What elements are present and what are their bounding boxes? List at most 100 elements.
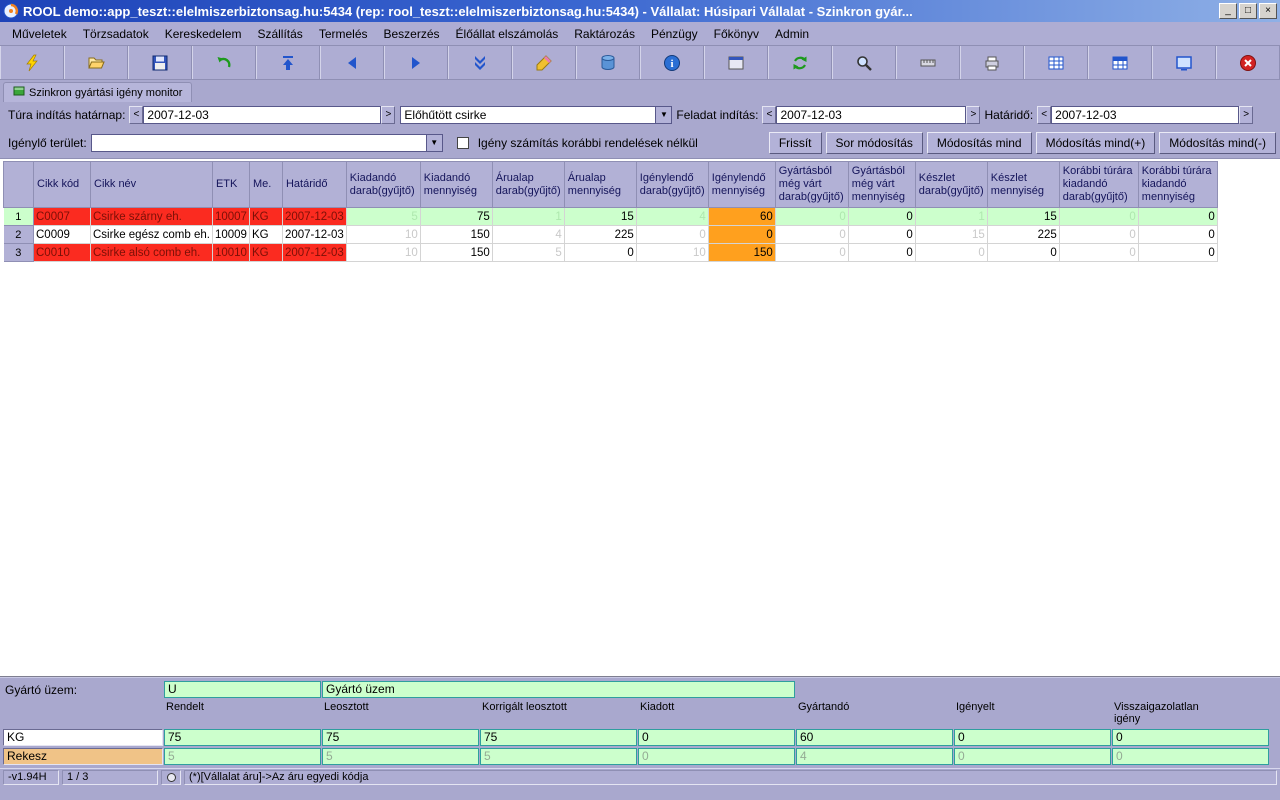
- col-korabbi-mennyiseg[interactable]: Korábbi túrára kiadandó mennyiség: [1138, 162, 1217, 208]
- tura-date-next-button[interactable]: >: [381, 106, 395, 124]
- col-keszlet-darab[interactable]: Készlet darab(gyűjtő): [915, 162, 987, 208]
- col-igenylendo-darab[interactable]: Igénylendő darab(gyűjtő): [636, 162, 708, 208]
- menu-penzugy[interactable]: Pénzügy: [643, 24, 706, 44]
- col-me[interactable]: Me.: [249, 162, 282, 208]
- rekesz-igenyelt-field[interactable]: 0: [954, 748, 1111, 765]
- cell-arualap-mennyiseg[interactable]: 0: [564, 244, 636, 262]
- exit-button[interactable]: [1216, 46, 1280, 79]
- monitor-button[interactable]: [1152, 46, 1216, 79]
- tab-szinkron-gyartasi-igeny-monitor[interactable]: Szinkron gyártási igény monitor: [3, 82, 192, 102]
- cell-keszlet-mennyiseg[interactable]: 225: [987, 226, 1059, 244]
- col-keszlet-mennyiseg[interactable]: Készlet mennyiség: [987, 162, 1059, 208]
- rekesz-visszaigazolatlan-field[interactable]: 0: [1112, 748, 1269, 765]
- rekesz-leosztott-field[interactable]: 5: [322, 748, 479, 765]
- col-gyartasbol-darab[interactable]: Gyártásból még várt darab(gyűjtő): [775, 162, 848, 208]
- edit-button[interactable]: [512, 46, 576, 79]
- save-button[interactable]: [128, 46, 192, 79]
- print-button[interactable]: [960, 46, 1024, 79]
- menu-fokonyv[interactable]: Főkönyv: [706, 24, 767, 44]
- feladat-date-input[interactable]: [776, 106, 966, 124]
- cell-kiadando-mennyiseg[interactable]: 75: [420, 208, 492, 226]
- col-kiadando-darab[interactable]: Kiadandó darab(gyűjtő): [346, 162, 420, 208]
- gyarto-uzem-code-field[interactable]: U: [164, 681, 321, 698]
- col-gyartasbol-mennyiseg[interactable]: Gyártásból még várt mennyiség: [848, 162, 915, 208]
- cell-gyartasbol-mennyiseg[interactable]: 0: [848, 226, 915, 244]
- col-korabbi-darab[interactable]: Korábbi túrára kiadandó darab(gyűjtő): [1059, 162, 1138, 208]
- cell-gyartasbol-darab[interactable]: 0: [775, 226, 848, 244]
- kg-igenyelt-field[interactable]: 0: [954, 729, 1111, 746]
- cell-arualap-darab[interactable]: 5: [492, 244, 564, 262]
- cell-gyartasbol-mennyiseg[interactable]: 0: [848, 244, 915, 262]
- cell-keszlet-mennyiseg[interactable]: 15: [987, 208, 1059, 226]
- cell-korabbi-darab[interactable]: 0: [1059, 244, 1138, 262]
- product-combobox-dropdown-icon[interactable]: ▼: [655, 107, 671, 123]
- tura-date-input[interactable]: [143, 106, 381, 124]
- cell-hatarido[interactable]: 2007-12-03: [282, 244, 346, 262]
- cell-igenylendo-mennyiseg[interactable]: 150: [708, 244, 775, 262]
- menu-raktarozas[interactable]: Raktározás: [566, 24, 643, 44]
- cell-korabbi-mennyiseg[interactable]: 0: [1138, 244, 1217, 262]
- menu-termeles[interactable]: Termelés: [311, 24, 376, 44]
- kg-kiadott-field[interactable]: 0: [638, 729, 795, 746]
- cell-me[interactable]: KG: [249, 244, 282, 262]
- menu-admin[interactable]: Admin: [767, 24, 817, 44]
- cell-etk[interactable]: 10009: [212, 226, 249, 244]
- cell-me[interactable]: KG: [249, 226, 282, 244]
- execute-button[interactable]: [0, 46, 64, 79]
- menu-torzsadatok[interactable]: Törzsadatok: [75, 24, 157, 44]
- cell-korabbi-mennyiseg[interactable]: 0: [1138, 208, 1217, 226]
- kg-visszaigazolatlan-field[interactable]: 0: [1112, 729, 1269, 746]
- feladat-date-next-button[interactable]: >: [966, 106, 980, 124]
- menu-muveletek[interactable]: Műveletek: [4, 24, 75, 44]
- cell-igenylendo-darab[interactable]: 0: [636, 226, 708, 244]
- cell-cikk-nev[interactable]: Csirke alsó comb eh.: [91, 244, 213, 262]
- kg-leosztott-field[interactable]: 75: [322, 729, 479, 746]
- cell-kiadando-mennyiseg[interactable]: 150: [420, 226, 492, 244]
- row-number[interactable]: 2: [4, 226, 34, 244]
- modositas-mind-minus-button[interactable]: Módosítás mind(-): [1159, 132, 1276, 154]
- cell-korabbi-mennyiseg[interactable]: 0: [1138, 226, 1217, 244]
- product-combobox[interactable]: ▼: [400, 106, 672, 124]
- col-etk[interactable]: ETK: [212, 162, 249, 208]
- cell-arualap-darab[interactable]: 1: [492, 208, 564, 226]
- cell-cikk-kod[interactable]: C0007: [34, 208, 91, 226]
- igenylo-terulet-combobox[interactable]: ▼: [91, 134, 443, 152]
- cell-gyartasbol-darab[interactable]: 0: [775, 244, 848, 262]
- cell-keszlet-darab[interactable]: 15: [915, 226, 987, 244]
- frissit-button[interactable]: Frissít: [769, 132, 822, 154]
- cell-hatarido[interactable]: 2007-12-03: [282, 208, 346, 226]
- close-button[interactable]: ×: [1259, 3, 1277, 19]
- col-cikk-nev[interactable]: Cikk név: [91, 162, 213, 208]
- cell-keszlet-darab[interactable]: 0: [915, 244, 987, 262]
- kg-rendelt-field[interactable]: 75: [164, 729, 321, 746]
- cell-keszlet-mennyiseg[interactable]: 0: [987, 244, 1059, 262]
- cell-cikk-nev[interactable]: Csirke egész comb eh.: [91, 226, 213, 244]
- info-button[interactable]: i: [640, 46, 704, 79]
- rekesz-gyartando-field[interactable]: 4: [796, 748, 953, 765]
- igenylo-terulet-combobox-input[interactable]: [92, 135, 426, 151]
- search-button[interactable]: [832, 46, 896, 79]
- col-igenylendo-mennyiseg[interactable]: Igénylendő mennyiség: [708, 162, 775, 208]
- maximize-button[interactable]: □: [1239, 3, 1257, 19]
- gyarto-uzem-name-field[interactable]: Gyártó üzem: [322, 681, 795, 698]
- cell-etk[interactable]: 10007: [212, 208, 249, 226]
- top-button[interactable]: [256, 46, 320, 79]
- table-header-button[interactable]: [1088, 46, 1152, 79]
- kg-korrigalt-field[interactable]: 75: [480, 729, 637, 746]
- cell-gyartasbol-mennyiseg[interactable]: 0: [848, 208, 915, 226]
- rekesz-korrigalt-field[interactable]: 5: [480, 748, 637, 765]
- cell-korabbi-darab[interactable]: 0: [1059, 226, 1138, 244]
- hatarido-date-prev-button[interactable]: <: [1037, 106, 1051, 124]
- cell-korabbi-darab[interactable]: 0: [1059, 208, 1138, 226]
- cell-igenylendo-darab[interactable]: 10: [636, 244, 708, 262]
- form-button[interactable]: [704, 46, 768, 79]
- bottom-button[interactable]: [448, 46, 512, 79]
- menu-beszerzes[interactable]: Beszerzés: [376, 24, 448, 44]
- cell-igenylendo-mennyiseg[interactable]: 0: [708, 226, 775, 244]
- cell-kiadando-darab[interactable]: 10: [346, 244, 420, 262]
- table-row-1[interactable]: 1 C0007 Csirke szárny eh. 10007 KG 2007-…: [4, 208, 1218, 226]
- measure-button[interactable]: [896, 46, 960, 79]
- undo-button[interactable]: [192, 46, 256, 79]
- hatarido-date-next-button[interactable]: >: [1239, 106, 1253, 124]
- cell-arualap-mennyiseg[interactable]: 225: [564, 226, 636, 244]
